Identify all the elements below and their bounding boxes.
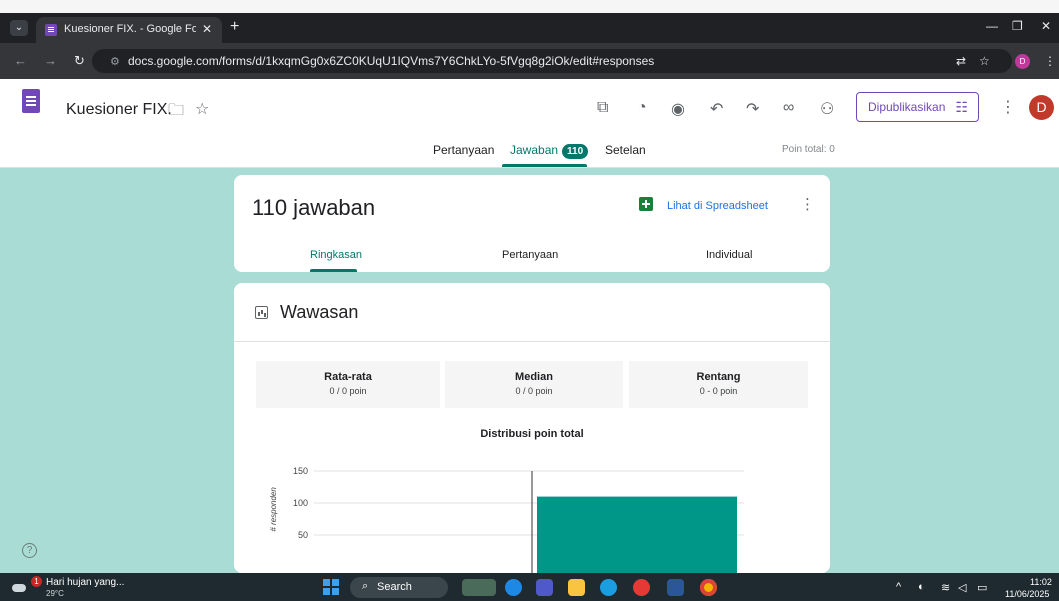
tab-responses[interactable]: Jawaban 110 bbox=[510, 143, 589, 159]
back-icon[interactable]: ← bbox=[14, 53, 27, 68]
browser-tab[interactable]: Kuesioner FIX. - Google Formulir ✕ bbox=[36, 17, 222, 43]
stat-average: Rata-rata 0 / 0 poin bbox=[256, 361, 440, 408]
windows-start-icon[interactable] bbox=[323, 579, 339, 595]
tab-questions[interactable]: Pertanyaan bbox=[433, 143, 494, 157]
active-tab-indicator bbox=[502, 164, 587, 167]
subtab-question[interactable]: Pertanyaan bbox=[502, 249, 558, 261]
chart-title: Distribusi poin total bbox=[480, 428, 584, 440]
wps-icon[interactable] bbox=[633, 579, 650, 596]
window-top-edge bbox=[0, 0, 1059, 13]
forms-header: Kuesioner FIX. 🗀 ☆ ⧉ ◔ ◉ ↶ ↷ ∞ ⚇ Dipubli… bbox=[0, 79, 1059, 168]
file-explorer-icon[interactable] bbox=[568, 579, 585, 596]
tab-title: Kuesioner FIX. - Google Formulir bbox=[64, 23, 196, 35]
browser-profile-avatar[interactable]: D bbox=[1015, 54, 1030, 69]
forward-icon[interactable]: → bbox=[44, 53, 57, 68]
y-axis-label: # responden bbox=[269, 487, 278, 532]
insights-card: Wawasan Rata-rata 0 / 0 poin Median 0 / … bbox=[234, 283, 830, 573]
responses-count-badge: 110 bbox=[562, 144, 589, 159]
y-tick-label: 50 bbox=[298, 530, 308, 540]
widgets-icon[interactable] bbox=[462, 579, 496, 596]
taskbar: 1 Hari hujan yang... 29°C ⌕ Search ^ ◐ ≋… bbox=[0, 573, 1059, 601]
address-bar: ← → ↻ ⚙ docs.google.com/forms/d/1kxqmGg0… bbox=[0, 43, 1059, 79]
responses-more-icon[interactable]: ⋮ bbox=[800, 195, 815, 213]
subtab-summary[interactable]: Ringkasan bbox=[310, 249, 362, 261]
weather-temperature: 29°C bbox=[46, 589, 64, 598]
active-subtab-indicator bbox=[310, 269, 357, 272]
volume-icon[interactable]: ◁ bbox=[958, 581, 966, 594]
clock-time[interactable]: 11:02 bbox=[1030, 577, 1052, 587]
copilot-icon[interactable] bbox=[505, 579, 522, 596]
browser-menu-icon[interactable]: ⋮ bbox=[1044, 54, 1056, 68]
star-icon[interactable]: ☆ bbox=[195, 99, 209, 119]
points-distribution-chart: 50 100 150 # responden bbox=[269, 466, 744, 573]
more-options-icon[interactable]: ⋮ bbox=[1000, 97, 1016, 117]
close-window-icon[interactable]: ✕ bbox=[1041, 19, 1051, 33]
help-icon[interactable]: ? bbox=[22, 543, 37, 558]
user-avatar[interactable]: D bbox=[1029, 95, 1054, 120]
bookmark-star-icon[interactable]: ☆ bbox=[979, 54, 990, 68]
tab-responses-label: Jawaban bbox=[510, 143, 559, 157]
addon-puzzle-icon[interactable]: ⧉ bbox=[597, 99, 608, 117]
reload-icon[interactable]: ↻ bbox=[74, 53, 85, 69]
clock-date[interactable]: 11/06/2025 bbox=[1005, 589, 1049, 599]
response-count: 110 jawaban bbox=[252, 195, 376, 220]
wifi-icon[interactable]: ≋ bbox=[941, 581, 950, 594]
stat-median: Median 0 / 0 poin bbox=[445, 361, 623, 408]
sheets-icon[interactable] bbox=[639, 197, 653, 211]
tray-chevron-icon[interactable]: ^ bbox=[896, 581, 901, 593]
published-button[interactable]: Dipublikasikan ☷ bbox=[856, 92, 979, 122]
tab-close-icon[interactable]: ✕ bbox=[202, 22, 212, 36]
publish-settings-icon: ☷ bbox=[955, 99, 968, 115]
stat-range-label: Rentang bbox=[696, 371, 741, 383]
subtab-individual[interactable]: Individual bbox=[706, 249, 752, 261]
word-icon[interactable] bbox=[667, 579, 684, 596]
tray-app-icon[interactable]: ◐ bbox=[918, 581, 925, 593]
bar bbox=[537, 496, 737, 573]
redo-icon[interactable]: ↷ bbox=[746, 99, 759, 119]
stat-median-value: 0 / 0 poin bbox=[515, 386, 553, 396]
view-in-sheets-link[interactable]: Lihat di Spreadsheet bbox=[667, 200, 768, 212]
new-tab-icon[interactable]: + bbox=[230, 18, 239, 36]
battery-icon[interactable]: ▭ bbox=[977, 581, 987, 594]
preview-eye-icon[interactable]: ◉ bbox=[671, 99, 685, 119]
stat-range-value: 0 - 0 poin bbox=[699, 386, 738, 396]
folder-icon[interactable]: 🗀 bbox=[168, 99, 184, 126]
forms-logo-icon[interactable] bbox=[22, 89, 40, 113]
stat-average-label: Rata-rata bbox=[324, 371, 372, 383]
insights-divider bbox=[234, 341, 830, 342]
document-title[interactable]: Kuesioner FIX. bbox=[66, 101, 172, 119]
total-points-label: Poin total: 0 bbox=[782, 144, 835, 155]
minimize-icon[interactable]: — bbox=[986, 19, 998, 33]
stat-median-label: Median bbox=[515, 371, 553, 383]
insights-title: Wawasan bbox=[280, 302, 359, 322]
stat-average-value: 0 / 0 poin bbox=[329, 386, 367, 396]
translate-icon[interactable]: ⇄ bbox=[956, 54, 966, 68]
responses-card: 110 jawaban Lihat di Spreadsheet ⋮ Ringk… bbox=[234, 175, 830, 272]
edge-icon[interactable] bbox=[600, 579, 617, 596]
taskbar-search-label: Search bbox=[377, 581, 412, 593]
browser-tab-bar: ⌄ Kuesioner FIX. - Google Formulir ✕ + —… bbox=[0, 13, 1059, 43]
chrome-icon[interactable] bbox=[700, 579, 717, 596]
insights-chart-icon bbox=[255, 306, 268, 319]
y-tick-label: 150 bbox=[293, 466, 308, 476]
link-icon[interactable]: ∞ bbox=[783, 99, 794, 117]
weather-badge: 1 bbox=[31, 576, 42, 587]
published-button-label: Dipublikasikan bbox=[868, 100, 946, 114]
teams-icon[interactable] bbox=[536, 579, 553, 596]
stat-range: Rentang 0 - 0 poin bbox=[629, 361, 808, 408]
undo-icon[interactable]: ↶ bbox=[710, 99, 723, 119]
palette-icon[interactable]: ◔ bbox=[637, 99, 647, 117]
tab-search-menu-icon[interactable]: ⌄ bbox=[10, 20, 28, 36]
search-icon: ⌕ bbox=[362, 580, 369, 592]
restore-icon[interactable]: ❐ bbox=[1012, 19, 1023, 33]
add-collaborator-icon[interactable]: ⚇ bbox=[820, 99, 834, 119]
site-info-icon[interactable]: ⚙ bbox=[110, 55, 120, 68]
tab-settings[interactable]: Setelan bbox=[605, 143, 646, 157]
weather-cloud-icon[interactable] bbox=[10, 578, 30, 596]
forms-favicon-icon bbox=[45, 24, 57, 36]
y-tick-label: 100 bbox=[293, 498, 308, 508]
url-text[interactable]: docs.google.com/forms/d/1kxqmGg0x6ZC0KUq… bbox=[128, 54, 654, 68]
weather-text[interactable]: Hari hujan yang... bbox=[46, 577, 124, 588]
